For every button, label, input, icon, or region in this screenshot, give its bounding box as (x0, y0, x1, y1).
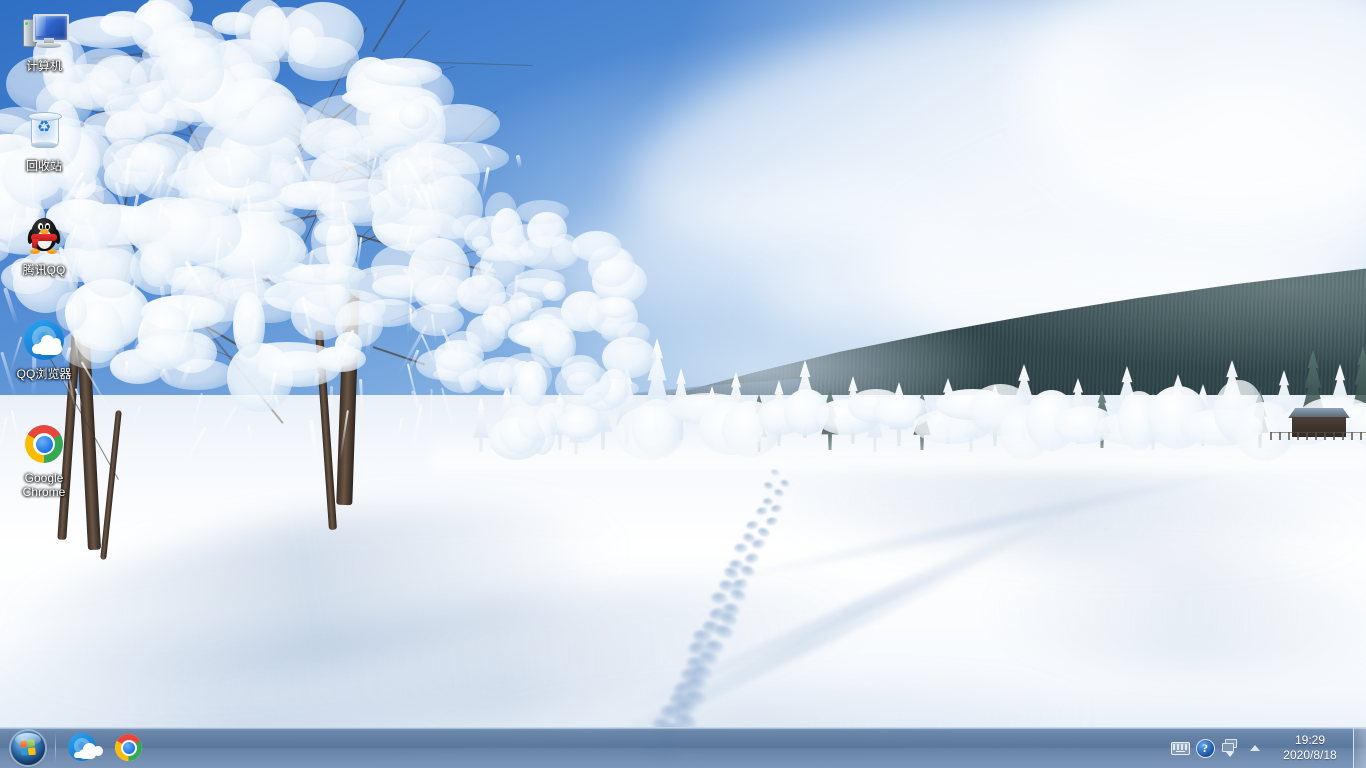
start-button[interactable] (4, 730, 52, 766)
recycle-bin-icon: ♻ (20, 108, 68, 156)
taskbar-clock[interactable]: 19:29 2020/8/18 (1271, 733, 1353, 763)
help-question-icon[interactable]: ? (1195, 737, 1215, 759)
help-glyph: ? (1195, 738, 1215, 758)
tray-icon-group[interactable]: ? (1170, 737, 1271, 759)
windows-flag-icon (20, 738, 38, 758)
computer-icon (20, 8, 69, 56)
desktop-icon-label: 回收站 (25, 159, 62, 173)
desktop-icon-recycle-bin[interactable]: ♻ 回收站 (6, 108, 82, 173)
desktop-icon-computer[interactable]: 计算机 (6, 8, 82, 73)
desktop-icon-qq-browser[interactable]: QQ浏览器 (6, 316, 82, 381)
ime-keyboard-icon[interactable] (1170, 737, 1190, 759)
taskbar-divider (55, 733, 56, 763)
chrome-icon (20, 420, 68, 468)
desktop-icon-label: Google Chrome (22, 471, 66, 499)
desktop-icon-label: QQ浏览器 (16, 367, 72, 381)
windows-start-orb-icon (11, 731, 45, 765)
chevron-up-icon (1250, 745, 1260, 751)
desktop-icon-layer: 计算机 ♻ 回收站 腾讯QQ QQ浏览器 Google Chrome (0, 0, 1366, 720)
chrome-icon (114, 733, 144, 763)
clock-time: 19:29 (1294, 733, 1326, 747)
taskbar-item-google-chrome[interactable] (107, 730, 151, 766)
qq-browser-icon (68, 733, 103, 763)
show-hidden-icons-button[interactable] (1245, 737, 1265, 759)
desktop-icon-google-chrome[interactable]: Google Chrome (6, 420, 82, 499)
qq-browser-icon (20, 316, 68, 364)
qq-penguin-icon (20, 212, 68, 260)
taskbar-item-qq-browser[interactable] (61, 730, 105, 766)
desktop-icon-tencent-qq[interactable]: 腾讯QQ (6, 212, 82, 277)
desktop[interactable]: 计算机 ♻ 回收站 腾讯QQ QQ浏览器 Google Chrome ? 19:… (0, 0, 1366, 768)
show-desktop-button[interactable] (1353, 728, 1366, 768)
taskbar[interactable]: ? 19:29 2020/8/18 (0, 727, 1366, 768)
clock-date: 2020/8/18 (1283, 748, 1337, 762)
desktop-icon-label: 腾讯QQ (22, 263, 66, 277)
desktop-icon-label: 计算机 (25, 59, 62, 73)
network-icon[interactable] (1220, 737, 1240, 759)
system-tray[interactable]: ? 19:29 2020/8/18 (1170, 728, 1366, 768)
